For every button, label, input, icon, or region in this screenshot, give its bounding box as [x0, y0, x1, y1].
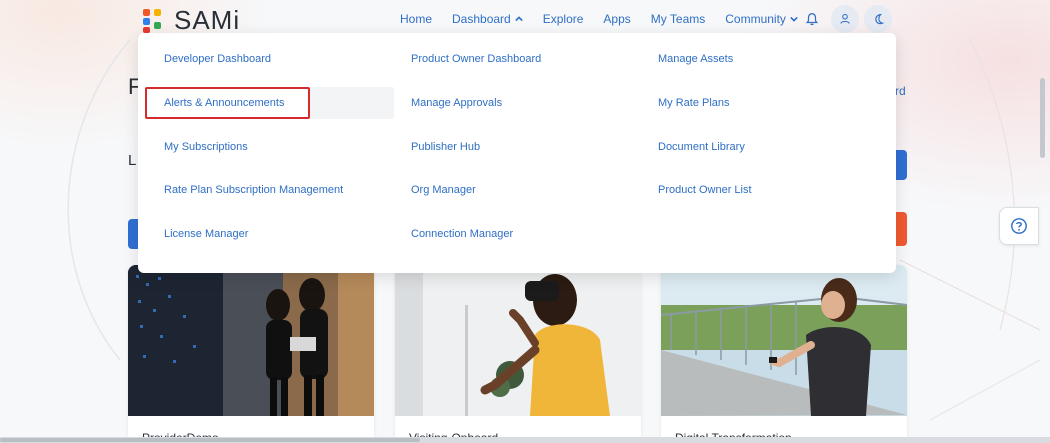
- menu-item-manage-approvals[interactable]: Manage Approvals: [411, 93, 502, 113]
- card-image-fitness: [661, 265, 907, 416]
- app-card[interactable]: Visiting-Onboard: [395, 265, 641, 443]
- menu-item-product-owner-list[interactable]: Product Owner List: [658, 180, 752, 200]
- sami-logo-icon: [143, 8, 161, 33]
- app-card[interactable]: ProviderDemo: [128, 265, 374, 443]
- brand-name: SAMi: [174, 5, 241, 35]
- app-card[interactable]: Digital Transformation: [661, 265, 907, 443]
- dashboard-dropdown-menu: Developer Dashboard Alerts & Announcemen…: [138, 33, 896, 273]
- menu-item-publisher-hub[interactable]: Publisher Hub: [411, 137, 480, 157]
- brand-logo[interactable]: SAMi: [142, 5, 240, 36]
- card-image-server-room: [128, 265, 374, 416]
- horizontal-scroll-thumb[interactable]: [0, 438, 420, 442]
- dropdown-hover-highlight: [308, 87, 394, 119]
- danger-action-button[interactable]: [895, 212, 907, 246]
- vertical-scroll-thumb[interactable]: [1040, 78, 1045, 158]
- vertical-scrollbar[interactable]: [1037, 38, 1048, 443]
- nav-explore[interactable]: Explore: [543, 12, 584, 26]
- menu-item-org-manager[interactable]: Org Manager: [411, 180, 476, 200]
- nav-dashboard[interactable]: Dashboard: [452, 12, 523, 26]
- card-image-vr-headset: [395, 265, 641, 416]
- theme-toggle-button[interactable]: [864, 5, 892, 33]
- help-button[interactable]: [999, 207, 1039, 245]
- menu-item-rate-plan-subscription-management[interactable]: Rate Plan Subscription Management: [164, 180, 343, 200]
- menu-item-connection-manager[interactable]: Connection Manager: [411, 224, 513, 244]
- nav-my-teams[interactable]: My Teams: [651, 12, 705, 26]
- menu-item-document-library[interactable]: Document Library: [658, 137, 745, 157]
- section-title: L: [128, 152, 137, 169]
- primary-action-button-right[interactable]: [895, 150, 907, 180]
- header-actions: [798, 5, 897, 33]
- menu-item-developer-dashboard[interactable]: Developer Dashboard: [164, 49, 271, 69]
- user-menu-button[interactable]: [831, 5, 859, 33]
- nav-dashboard-label: Dashboard: [452, 12, 511, 26]
- menu-item-alerts-announcements[interactable]: Alerts & Announcements: [164, 93, 284, 113]
- help-icon: [1011, 218, 1027, 234]
- nav-community-label: Community: [725, 12, 786, 26]
- moon-icon: [874, 13, 885, 24]
- bell-icon: [805, 13, 819, 26]
- user-icon: [840, 13, 850, 24]
- menu-item-product-owner-dashboard[interactable]: Product Owner Dashboard: [411, 49, 541, 69]
- nav-home[interactable]: Home: [400, 12, 432, 26]
- right-link[interactable]: rd: [895, 84, 906, 98]
- chevron-down-icon: [790, 16, 798, 22]
- nav-community[interactable]: Community: [725, 12, 798, 26]
- menu-item-license-manager[interactable]: License Manager: [164, 224, 248, 244]
- notifications-button[interactable]: [798, 5, 826, 33]
- horizontal-scrollbar[interactable]: [0, 437, 1050, 443]
- menu-item-my-rate-plans[interactable]: My Rate Plans: [658, 93, 730, 113]
- nav-apps[interactable]: Apps: [603, 12, 630, 26]
- menu-item-manage-assets[interactable]: Manage Assets: [658, 49, 733, 69]
- menu-item-my-subscriptions[interactable]: My Subscriptions: [164, 137, 248, 157]
- chevron-up-icon: [514, 16, 523, 22]
